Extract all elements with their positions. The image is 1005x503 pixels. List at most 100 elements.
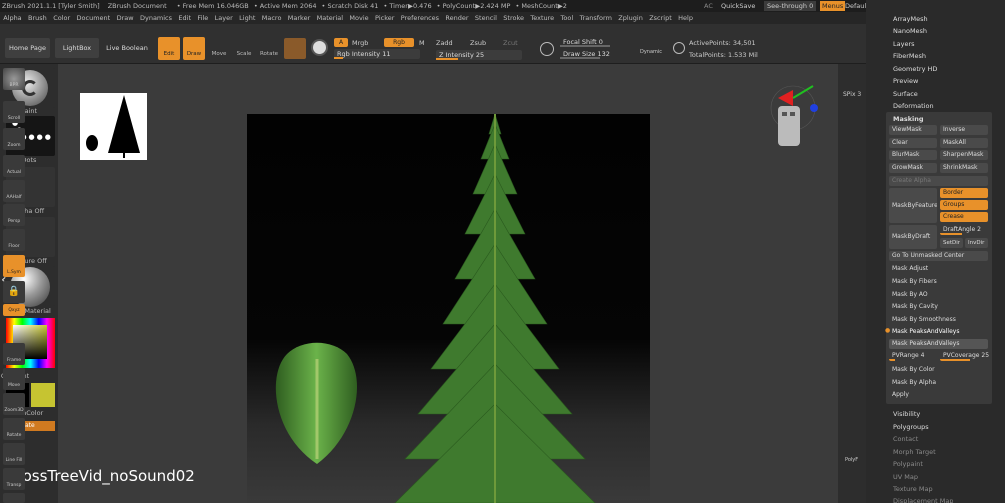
geometryhd-subpalette[interactable]: Geometry HD <box>893 65 937 73</box>
linefill-button[interactable]: Line Fill <box>3 443 25 465</box>
live-boolean-button[interactable]: Live Boolean <box>104 38 150 58</box>
spix-slider[interactable]: SPix 3 <box>843 91 861 98</box>
menu-file[interactable]: File <box>194 12 211 24</box>
material-swatch-icon[interactable] <box>284 38 306 59</box>
create-alpha-button[interactable]: Create Alpha <box>889 176 988 186</box>
menu-zscript[interactable]: Zscript <box>646 12 675 24</box>
maskbyfeature-button[interactable]: MaskByFeature <box>889 188 937 223</box>
arraymesh-subpalette[interactable]: ArrayMesh <box>893 15 928 23</box>
menu-picker[interactable]: Picker <box>372 12 398 24</box>
menu-stroke[interactable]: Stroke <box>500 12 527 24</box>
menu-brush[interactable]: Brush <box>25 12 50 24</box>
home-page-button[interactable]: Home Page <box>5 38 50 58</box>
invdir-button[interactable]: InvDir <box>965 238 988 248</box>
mask-by-color-button[interactable]: Mask By Color <box>889 365 988 375</box>
m-toggle[interactable]: M <box>419 39 425 47</box>
zadd-toggle[interactable]: Zadd <box>436 39 453 47</box>
move-button[interactable]: Move <box>208 37 230 60</box>
head-navigator[interactable] <box>768 78 818 158</box>
menu-render[interactable]: Render <box>442 12 472 24</box>
sphere-toggle-icon[interactable] <box>311 39 328 56</box>
polygroups-subpalette[interactable]: Polygroups <box>893 423 929 431</box>
maskbydraft-button[interactable]: MaskByDraft <box>889 225 937 249</box>
focal-shift-slider[interactable]: Focal Shift 0 <box>560 37 660 47</box>
sharpenmask-button[interactable]: SharpenMask <box>940 150 988 160</box>
leaf-model[interactable] <box>275 342 357 464</box>
mask-by-alpha-button[interactable]: Mask By Alpha <box>889 378 988 388</box>
menu-movie[interactable]: Movie <box>346 12 372 24</box>
xyz-button[interactable]: Qxyz <box>3 304 25 316</box>
rotate-button[interactable]: Rotate <box>258 37 280 60</box>
fern-model[interactable] <box>394 112 596 503</box>
menu-preferences[interactable]: Preferences <box>398 12 443 24</box>
mask-by-cavity-button[interactable]: Mask By Cavity <box>889 302 988 312</box>
rotate-view-button[interactable]: Rotate <box>3 418 25 440</box>
draftangle-slider[interactable]: DraftAngle 2 <box>940 225 988 235</box>
menu-dynamics[interactable]: Dynamics <box>137 12 175 24</box>
rgb-toggle[interactable]: Rgb <box>384 38 414 47</box>
mask-by-ao-button[interactable]: Mask By AO <box>889 290 988 300</box>
shrinkmask-button[interactable]: ShrinkMask <box>940 163 988 173</box>
crease-toggle[interactable]: Crease <box>940 212 988 222</box>
draw-button[interactable]: Draw <box>183 37 205 60</box>
transp-button[interactable]: Transp <box>3 468 25 490</box>
focal-shift-icon[interactable] <box>540 42 554 56</box>
floor-button[interactable]: Floor <box>3 229 25 251</box>
goto-unmasked-button[interactable]: Go To Unmasked Center <box>889 251 988 261</box>
dynamic-toggle[interactable]: Dynamic <box>640 49 662 55</box>
document-canvas[interactable] <box>247 112 650 503</box>
persp-button[interactable]: Persp <box>3 204 25 226</box>
mrgb-toggle[interactable]: Mrgb <box>352 39 368 47</box>
menu-zplugin[interactable]: Zplugin <box>615 12 646 24</box>
masking-subpalette[interactable]: Masking <box>893 115 924 123</box>
layers-subpalette[interactable]: Layers <box>893 40 915 48</box>
surface-subpalette[interactable]: Surface <box>893 90 918 98</box>
setdir-button[interactable]: SetDir <box>940 238 963 248</box>
lsym-button[interactable]: L.Sym <box>3 255 25 277</box>
polypaint-subpalette[interactable]: Polypaint <box>893 460 923 468</box>
menu-light[interactable]: Light <box>236 12 259 24</box>
preview-subpalette[interactable]: Preview <box>893 77 918 85</box>
ghost-button[interactable] <box>3 493 25 503</box>
scroll-button[interactable]: Scroll <box>3 101 25 123</box>
maskall-button[interactable]: MaskAll <box>940 138 988 148</box>
ac-label[interactable]: AC <box>704 2 713 10</box>
texturemap-subpalette[interactable]: Texture Map <box>893 485 933 493</box>
deformation-subpalette[interactable]: Deformation <box>893 102 934 110</box>
menu-macro[interactable]: Macro <box>259 12 285 24</box>
menu-help[interactable]: Help <box>675 12 696 24</box>
mask-peaksandvalleys-button[interactable]: Mask PeaksAndValleys <box>889 339 988 349</box>
morphtarget-subpalette[interactable]: Morph Target <box>893 448 936 456</box>
rgb-intensity-slider[interactable]: Rgb Intensity 11 <box>334 49 420 59</box>
nanomesh-subpalette[interactable]: NanoMesh <box>893 27 927 35</box>
blurmask-button[interactable]: BlurMask <box>889 150 937 160</box>
quicksave-button[interactable]: QuickSave <box>721 2 755 10</box>
alpha-thumbnail[interactable] <box>80 93 147 160</box>
pvrange-slider[interactable]: PVRange 4 <box>889 351 937 361</box>
frame-button[interactable]: Frame <box>3 343 25 365</box>
menu-color[interactable]: Color <box>50 12 73 24</box>
menu-transform[interactable]: Transform <box>576 12 615 24</box>
menu-alpha[interactable]: Alpha <box>0 12 25 24</box>
menu-marker[interactable]: Marker <box>285 12 314 24</box>
move-view-button[interactable]: Move <box>3 368 25 390</box>
zoom3d-button[interactable]: Zoom3D <box>3 393 25 415</box>
zoom-button[interactable]: Zoom <box>3 128 25 150</box>
menu-document[interactable]: Document <box>73 12 113 24</box>
visibility-subpalette[interactable]: Visibility <box>893 410 920 418</box>
actual-button[interactable]: Actual <box>3 155 25 177</box>
secondary-color-swatch[interactable] <box>31 383 55 407</box>
groups-toggle[interactable]: Groups <box>940 200 988 210</box>
mask-by-fibers-button[interactable]: Mask By Fibers <box>889 277 988 287</box>
growmask-button[interactable]: GrowMask <box>889 163 937 173</box>
aahalf-button[interactable]: AAHalf <box>3 180 25 202</box>
contact-subpalette[interactable]: Contact <box>893 435 918 443</box>
lock-button[interactable]: 🔒 <box>3 281 25 303</box>
pvcoverage-slider[interactable]: PVCoverage 25 <box>940 351 990 361</box>
zsub-toggle[interactable]: Zsub <box>470 39 486 47</box>
viewmask-button[interactable]: ViewMask <box>889 125 937 135</box>
menu-texture[interactable]: Texture <box>527 12 557 24</box>
fibermesh-subpalette[interactable]: FiberMesh <box>893 52 926 60</box>
z-intensity-slider[interactable]: Z Intensity 25 <box>436 50 522 60</box>
bpr-button[interactable]: BPR <box>3 68 25 90</box>
